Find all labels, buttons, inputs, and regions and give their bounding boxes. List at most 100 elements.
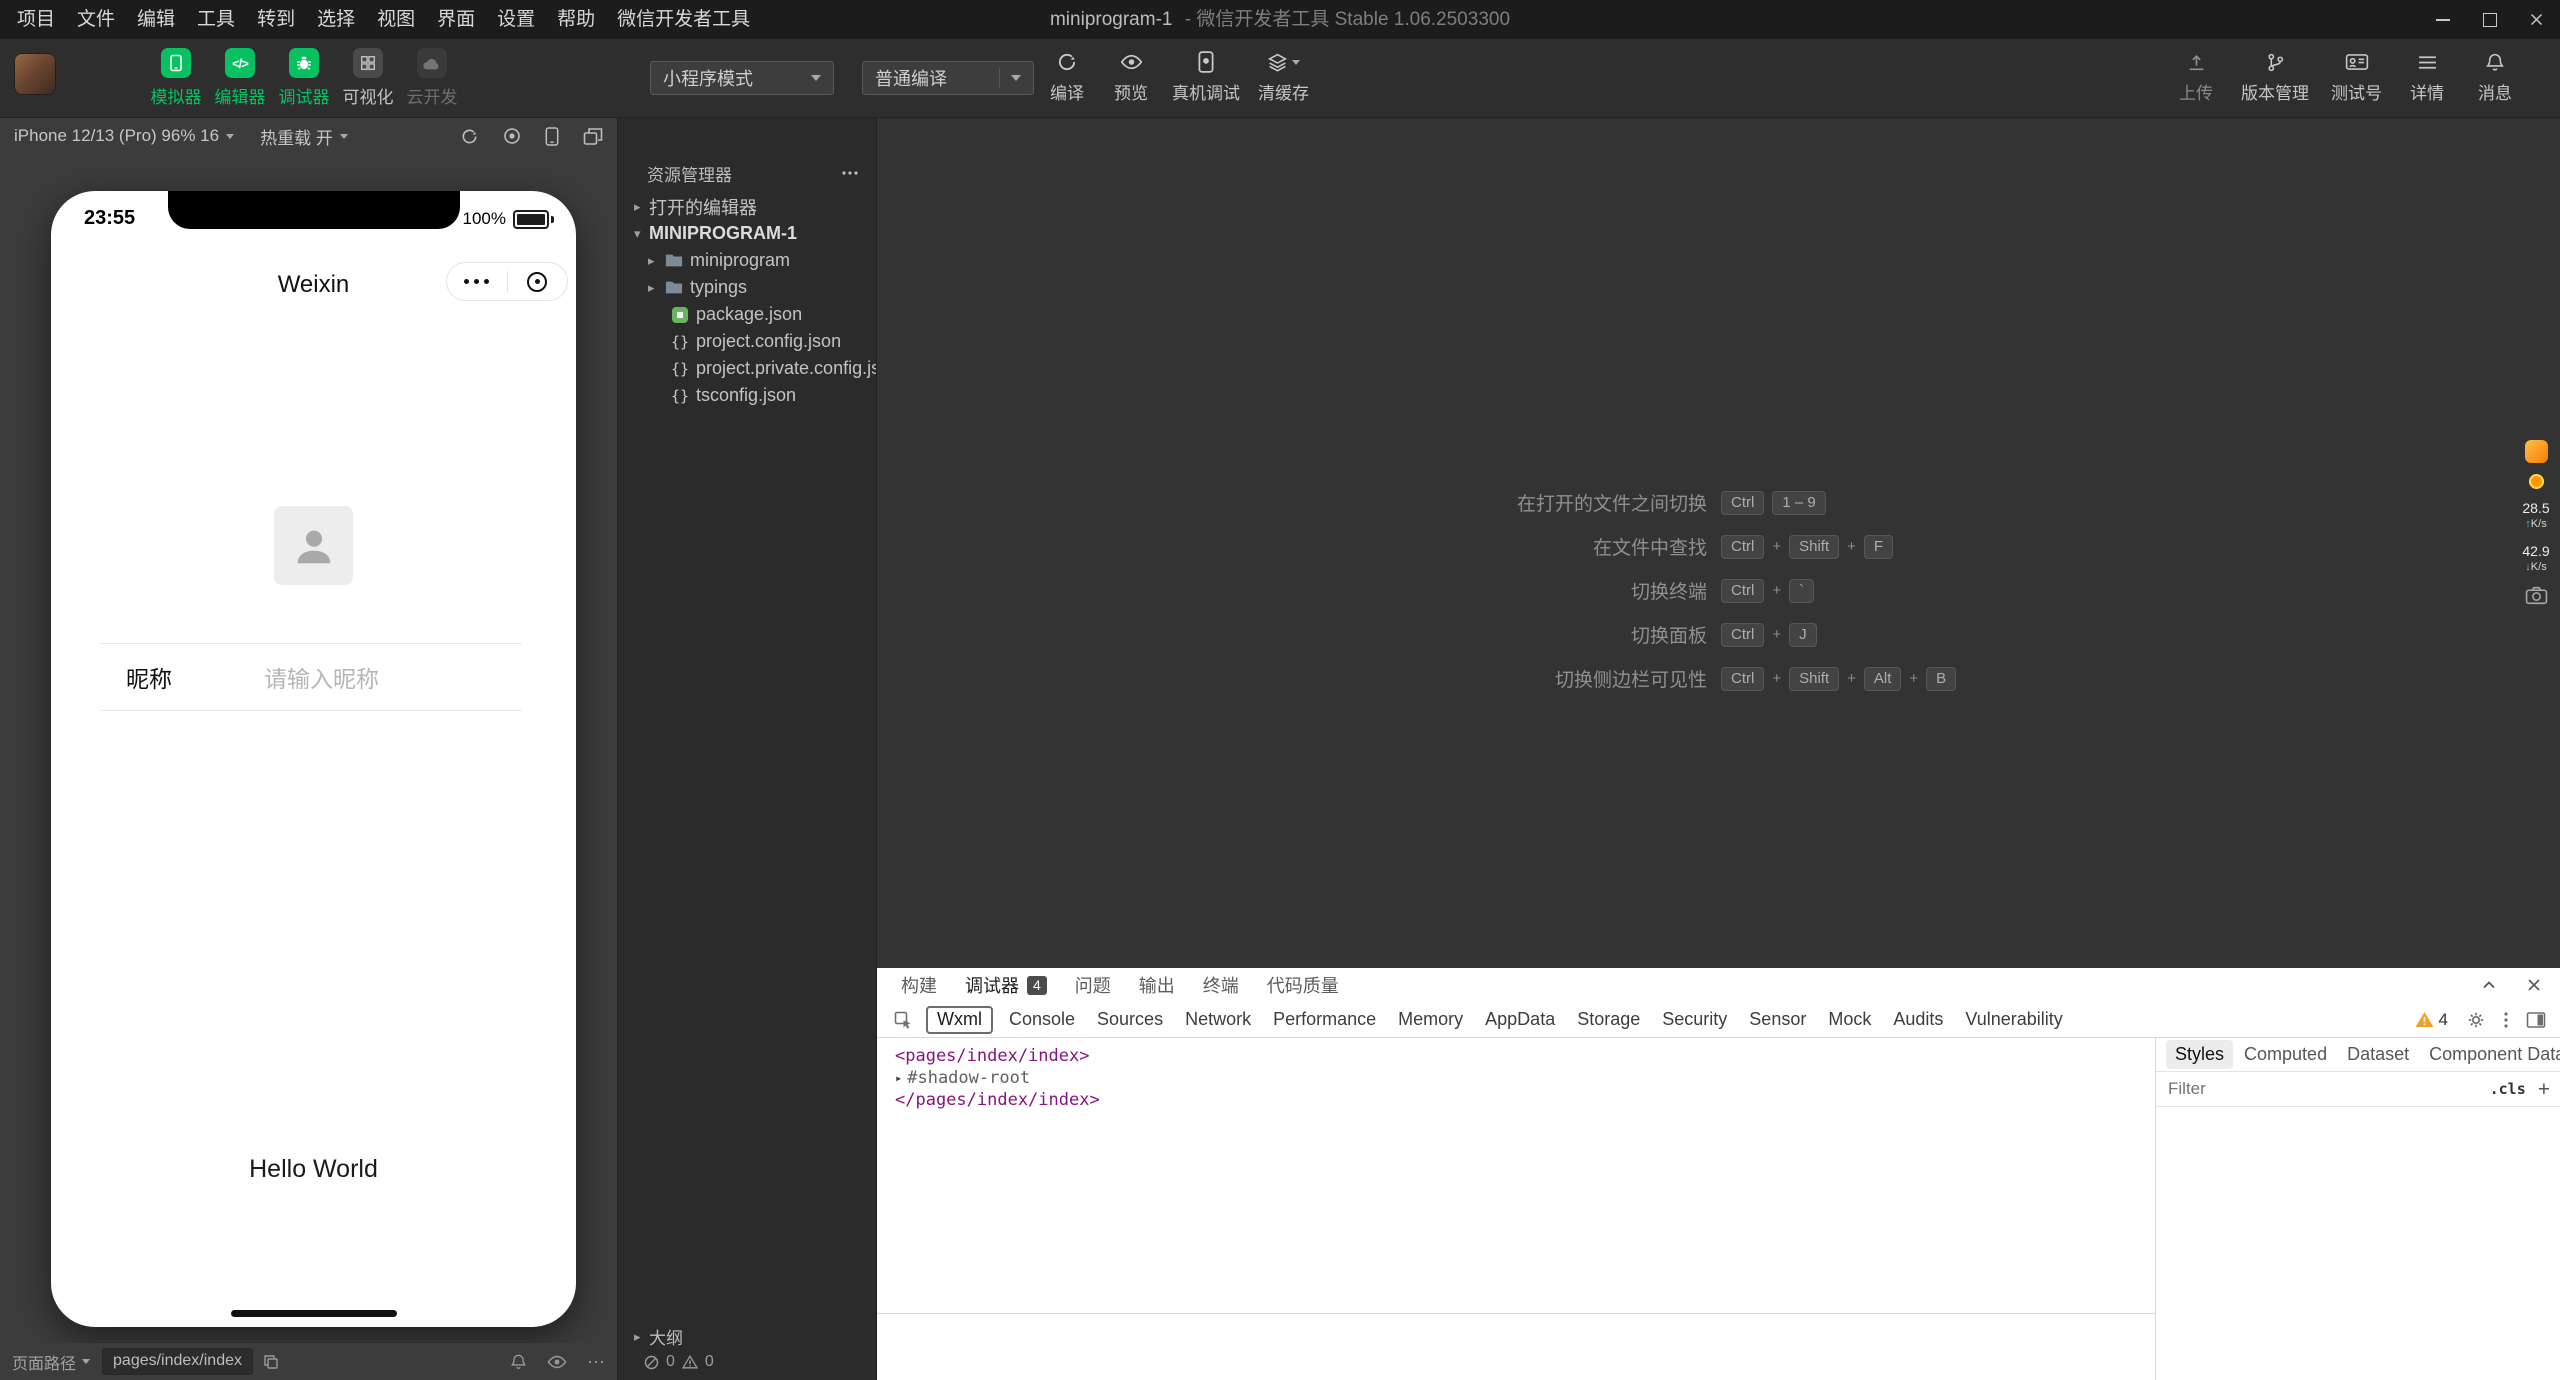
- upload-button[interactable]: 上传: [2173, 49, 2219, 104]
- restart-button[interactable]: [460, 127, 479, 146]
- mode-button-debugger[interactable]: 调试器: [274, 48, 334, 108]
- menu-item-edit[interactable]: 编辑: [126, 0, 186, 39]
- detach-window-button[interactable]: [583, 127, 603, 146]
- panel-tab-terminal[interactable]: 终端: [1203, 972, 1239, 998]
- system-dot-icon[interactable]: [2528, 474, 2544, 489]
- new-style-rule-button[interactable]: +: [2538, 1079, 2550, 1100]
- tab-styles[interactable]: Styles: [2166, 1040, 2234, 1069]
- chevron-up-icon: [2483, 981, 2495, 989]
- visibility-button[interactable]: [547, 1355, 567, 1369]
- menu-item-devtools[interactable]: 微信开发者工具: [606, 0, 761, 39]
- styles-filter-input[interactable]: [2166, 1078, 2482, 1100]
- tab-storage[interactable]: Storage: [1566, 1009, 1651, 1030]
- tree-file-tsconfig[interactable]: {} tsconfig.json: [618, 382, 876, 409]
- compile-mode-select[interactable]: 普通编译: [862, 61, 1034, 95]
- inspect-element-button[interactable]: [893, 1010, 913, 1030]
- tree-file-project-config[interactable]: {} project.config.json: [618, 328, 876, 355]
- tab-security[interactable]: Security: [1651, 1009, 1738, 1030]
- simulator-panel: iPhone 12/13 (Pro) 96% 16 热重载 开 23:55 10…: [0, 117, 617, 1380]
- compile-button[interactable]: 编译: [1044, 49, 1090, 104]
- tab-audits[interactable]: Audits: [1882, 1009, 1954, 1030]
- devtools-settings-button[interactable]: [2466, 1010, 2486, 1030]
- mode-button-simulator[interactable]: 模拟器: [146, 48, 206, 108]
- panel-tab-debugger[interactable]: 调试器 4: [965, 972, 1047, 998]
- nickname-input[interactable]: 请输入昵称: [264, 660, 379, 694]
- panel-tab-code-quality[interactable]: 代码质量: [1267, 972, 1339, 998]
- toggle-class-button[interactable]: .cls: [2490, 1080, 2526, 1098]
- page-path-value[interactable]: pages/index/index: [102, 1348, 253, 1375]
- menu-item-goto[interactable]: 转到: [246, 0, 306, 39]
- mode-button-visualization[interactable]: 可视化: [338, 48, 398, 108]
- tab-vulnerability[interactable]: Vulnerability: [1954, 1009, 2073, 1030]
- clear-cache-button[interactable]: 清缓存: [1258, 49, 1309, 104]
- close-panel-button[interactable]: [2526, 977, 2542, 993]
- hot-reload-toggle[interactable]: 热重载 开: [260, 124, 348, 149]
- menu-item-view[interactable]: 视图: [366, 0, 426, 39]
- panel-tab-build[interactable]: 构建: [901, 972, 937, 998]
- problems-status[interactable]: 0 0: [618, 1350, 714, 1374]
- menu-item-file[interactable]: 文件: [66, 0, 126, 39]
- remote-debug-button[interactable]: 真机调试: [1172, 49, 1240, 104]
- panel-tab-problems[interactable]: 问题: [1075, 972, 1111, 998]
- device-select[interactable]: iPhone 12/13 (Pro) 96% 16: [14, 126, 235, 146]
- version-manage-button[interactable]: 版本管理: [2241, 49, 2309, 104]
- more-options-button[interactable]: ⋯: [587, 1353, 605, 1371]
- vconsole-button[interactable]: [510, 1353, 527, 1371]
- tree-folder-miniprogram[interactable]: ▸ miniprogram: [618, 247, 876, 274]
- appmode-select[interactable]: 小程序模式: [650, 61, 834, 95]
- tab-component-data[interactable]: Component Data: [2420, 1040, 2560, 1069]
- element-close-tag[interactable]: </pages/index/index>: [895, 1089, 2155, 1111]
- collapse-panel-button[interactable]: [2480, 976, 2498, 994]
- minimize-button[interactable]: [2419, 0, 2466, 39]
- explorer-section-open-editors[interactable]: ▸ 打开的编辑器: [618, 193, 876, 220]
- menu-item-select[interactable]: 选择: [306, 0, 366, 39]
- message-button[interactable]: 消息: [2472, 49, 2518, 104]
- panel-tab-label: 代码质量: [1266, 976, 1339, 996]
- tab-dataset[interactable]: Dataset: [2338, 1040, 2418, 1069]
- test-account-button[interactable]: 测试号: [2331, 49, 2382, 104]
- tab-wxml[interactable]: Wxml: [926, 1005, 993, 1034]
- devtools-menu-button[interactable]: [2504, 1011, 2508, 1028]
- mode-button-editor[interactable]: </> 编辑器: [210, 48, 270, 108]
- tree-folder-typings[interactable]: ▸ typings: [618, 274, 876, 301]
- tab-network[interactable]: Network: [1174, 1009, 1262, 1030]
- tab-sources[interactable]: Sources: [1086, 1009, 1174, 1030]
- nickname-label: 昵称: [126, 666, 172, 692]
- tab-computed[interactable]: Computed: [2235, 1040, 2336, 1069]
- screenshot-button[interactable]: [2525, 586, 2548, 605]
- preview-button[interactable]: 预览: [1108, 49, 1154, 104]
- details-button[interactable]: 详情: [2404, 49, 2450, 104]
- menu-item-project[interactable]: 项目: [6, 0, 66, 39]
- menu-item-help[interactable]: 帮助: [546, 0, 606, 39]
- capsule-exit-button[interactable]: [508, 271, 568, 292]
- avatar-upload-button[interactable]: [274, 506, 353, 585]
- menu-item-interface[interactable]: 界面: [426, 0, 486, 39]
- menu-item-tools[interactable]: 工具: [186, 0, 246, 39]
- menu-item-settings[interactable]: 设置: [486, 0, 546, 39]
- tab-appdata[interactable]: AppData: [1474, 1009, 1566, 1030]
- tree-file-project-private-config[interactable]: {} project.private.config.js…: [618, 355, 876, 382]
- tab-performance[interactable]: Performance: [1262, 1009, 1387, 1030]
- record-button[interactable]: [503, 127, 521, 145]
- explorer-project-root[interactable]: ▾ MINIPROGRAM-1: [618, 220, 876, 247]
- dock-side-button[interactable]: [2526, 1011, 2546, 1029]
- outline-section[interactable]: ▸ 大纲: [618, 1323, 876, 1350]
- tab-console[interactable]: Console: [998, 1009, 1086, 1030]
- shadow-root-node[interactable]: ▸ #shadow-root: [895, 1067, 2155, 1089]
- warning-counter[interactable]: 4: [2415, 1010, 2448, 1030]
- device-frame-button[interactable]: [545, 126, 559, 146]
- tab-memory[interactable]: Memory: [1387, 1009, 1474, 1030]
- tab-mock[interactable]: Mock: [1817, 1009, 1882, 1030]
- element-open-tag[interactable]: <pages/index/index>: [895, 1045, 2155, 1067]
- copy-path-button[interactable]: [263, 1354, 279, 1370]
- maximize-button[interactable]: [2466, 0, 2513, 39]
- panel-tab-output[interactable]: 输出: [1139, 972, 1175, 998]
- tab-sensor[interactable]: Sensor: [1738, 1009, 1817, 1030]
- tree-file-package-json[interactable]: package.json: [618, 301, 876, 328]
- capsule-more-button[interactable]: [447, 279, 507, 284]
- user-avatar[interactable]: [14, 53, 56, 95]
- explorer-more-button[interactable]: [842, 171, 858, 175]
- close-button[interactable]: [2513, 0, 2560, 39]
- page-path-select[interactable]: 页面路径: [12, 1350, 91, 1374]
- system-app-icon[interactable]: [2524, 440, 2548, 463]
